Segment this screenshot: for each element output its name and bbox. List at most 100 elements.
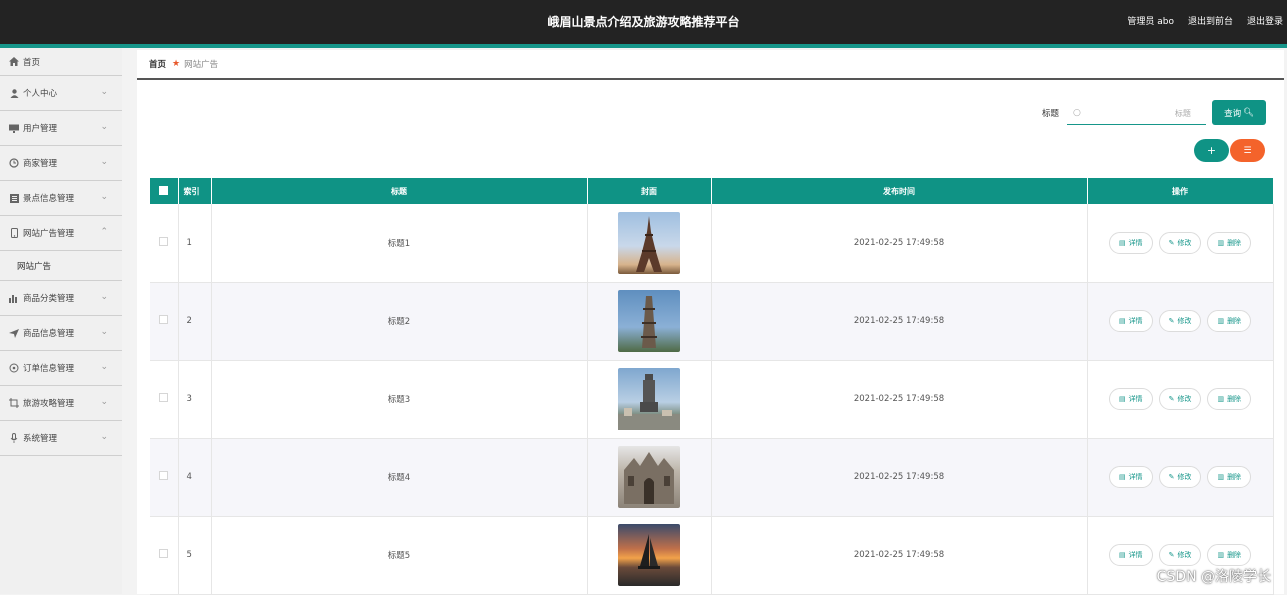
cover-image-monument bbox=[618, 368, 680, 430]
detail-button[interactable]: ▤ 详情 bbox=[1108, 231, 1153, 254]
bar-chart-icon bbox=[8, 293, 20, 303]
sidebar-item-product-info[interactable]: 商品信息管理 ⌄ bbox=[0, 316, 122, 351]
trash-icon: ▥ bbox=[1217, 238, 1225, 247]
search-label: 标题 bbox=[1042, 109, 1060, 119]
cover-image-eiffel-tower bbox=[618, 211, 680, 274]
edit-button[interactable]: ✎ 修改 bbox=[1158, 231, 1202, 254]
row-checkbox[interactable] bbox=[159, 471, 169, 480]
column-header: 操作 bbox=[1087, 178, 1274, 204]
chevron-down-icon: ⌄ bbox=[100, 362, 108, 372]
table-row: 4 标题4 2021-02-25 17:49:58 ▤ 详情 ✎ 修改 ▥ 删除 bbox=[150, 438, 1274, 517]
chevron-down-icon: ⌄ bbox=[100, 327, 108, 337]
sidebar-subitem-website-ads[interactable]: 网站广告 bbox=[0, 251, 122, 281]
batch-delete-button[interactable]: ☰ bbox=[1230, 139, 1265, 162]
row-time: 2021-02-25 17:49:58 bbox=[711, 360, 1088, 439]
sidebar-item-home[interactable]: 首页 bbox=[0, 48, 122, 76]
cover-image-stone-pagoda bbox=[618, 290, 680, 352]
sidebar-item-label: 个人中心 bbox=[23, 89, 58, 99]
delete-button[interactable]: ▥ 删除 bbox=[1207, 388, 1252, 410]
target-icon bbox=[8, 363, 20, 373]
sidebar-item-scenic-info[interactable]: 景点信息管理 ⌄ bbox=[0, 181, 122, 216]
sidebar-subitem-label: 网站广告 bbox=[17, 261, 52, 272]
sidebar-item-travel-guide[interactable]: 旅游攻略管理 ⌄ bbox=[0, 386, 122, 421]
detail-icon: ▤ bbox=[1118, 395, 1126, 403]
delete-button[interactable]: ▥ 删除 bbox=[1207, 544, 1252, 566]
row-index: 4 bbox=[178, 438, 212, 517]
topbar-links: 管理员 abo 退出到前台 退出登录 bbox=[1127, 14, 1283, 27]
detail-button[interactable]: ▤ 详情 bbox=[1108, 310, 1153, 332]
select-all-checkbox[interactable] bbox=[150, 178, 179, 204]
detail-icon: ▤ bbox=[1118, 238, 1126, 247]
delete-button[interactable]: ▥ 删除 bbox=[1207, 231, 1252, 254]
table-row: 3 标题3 2021-02-25 17:49:58 ▤ 详情 ✎ 修改 ▥ 删除 bbox=[150, 360, 1274, 439]
sidebar-item-label: 用户管理 bbox=[23, 124, 58, 134]
detail-icon: ▤ bbox=[1118, 473, 1126, 481]
home-icon bbox=[8, 57, 20, 67]
row-checkbox[interactable] bbox=[159, 315, 169, 324]
top-bar: 峨眉山景点介绍及旅游攻略推荐平台 管理员 abo 退出到前台 退出登录 bbox=[0, 0, 1287, 44]
trash-icon: ▥ bbox=[1217, 317, 1225, 325]
row-time: 2021-02-25 17:49:58 bbox=[711, 204, 1088, 283]
sidebar-item-product-category[interactable]: 商品分类管理 ⌄ bbox=[0, 281, 122, 316]
monitor-icon bbox=[8, 123, 20, 133]
sidebar-item-label: 系统管理 bbox=[23, 434, 58, 444]
row-checkbox[interactable] bbox=[159, 549, 169, 558]
edit-button[interactable]: ✎ 修改 bbox=[1158, 310, 1202, 332]
detail-button[interactable]: ▤ 详情 bbox=[1108, 388, 1153, 410]
table-row: 1 标题1 2021-02-25 17:49:58 ▤ 详情 ✎ 修改 ▥ 删除 bbox=[150, 204, 1274, 283]
detail-button[interactable]: ▤ 详情 bbox=[1108, 544, 1153, 566]
delete-button[interactable]: ▥ 删除 bbox=[1207, 310, 1252, 332]
delete-button[interactable]: ▥ 删除 bbox=[1207, 466, 1252, 488]
sidebar-item-label: 订单信息管理 bbox=[23, 364, 75, 374]
add-button[interactable]: + bbox=[1194, 139, 1229, 162]
detail-icon: ▤ bbox=[1118, 551, 1126, 559]
row-title: 标题1 bbox=[211, 204, 588, 283]
edit-button[interactable]: ✎ 修改 bbox=[1158, 466, 1202, 488]
user-icon bbox=[8, 88, 20, 98]
admin-label: 管理员 abo bbox=[1127, 17, 1174, 27]
search-input[interactable] bbox=[1080, 108, 1191, 118]
sidebar-item-order-info[interactable]: 订单信息管理 ⌄ bbox=[0, 351, 122, 386]
trash-icon: ☰ bbox=[1243, 145, 1252, 156]
sidebar-item-label: 网站广告管理 bbox=[23, 229, 75, 239]
main-content: 首页 ★ 网站广告 标题 ○ 查询 🔍︎ + ☰ 索引 标题 封面 发布时间 操… bbox=[137, 50, 1284, 595]
plus-icon: + bbox=[1206, 144, 1217, 157]
column-header: 标题 bbox=[211, 178, 588, 204]
sidebar-item-label: 商品信息管理 bbox=[23, 329, 75, 339]
sidebar-item-system[interactable]: 系统管理 ⌄ bbox=[0, 421, 122, 456]
column-header: 封面 bbox=[587, 178, 712, 204]
app-title: 峨眉山景点介绍及旅游攻略推荐平台 bbox=[547, 15, 740, 29]
row-index: 2 bbox=[178, 282, 212, 361]
edit-icon: ✎ bbox=[1168, 395, 1175, 403]
column-header: 发布时间 bbox=[711, 178, 1088, 204]
trash-icon: ▥ bbox=[1217, 551, 1225, 559]
sidebar-item-ad-management[interactable]: 网站广告管理 ⌃ bbox=[0, 216, 122, 251]
sidebar-item-personal-center[interactable]: 个人中心 ⌄ bbox=[0, 76, 122, 111]
chevron-up-icon: ⌃ bbox=[100, 227, 108, 237]
sidebar-item-label: 旅游攻略管理 bbox=[23, 399, 75, 409]
breadcrumb-home[interactable]: 首页 bbox=[149, 58, 166, 70]
table-row: 2 标题2 2021-02-25 17:49:58 ▤ 详情 ✎ 修改 ▥ 删除 bbox=[150, 282, 1274, 361]
query-button[interactable]: 查询 🔍︎ bbox=[1212, 100, 1266, 125]
row-checkbox[interactable] bbox=[159, 393, 169, 402]
detail-button[interactable]: ▤ 详情 bbox=[1108, 466, 1153, 488]
sidebar-item-merchant-management[interactable]: 商家管理 ⌄ bbox=[0, 146, 122, 181]
logout-link[interactable]: 退出登录 bbox=[1247, 14, 1283, 27]
row-title: 标题3 bbox=[211, 360, 588, 439]
edit-button[interactable]: ✎ 修改 bbox=[1158, 388, 1202, 410]
crop-icon bbox=[8, 398, 20, 408]
trash-icon: ▥ bbox=[1217, 395, 1225, 403]
data-table: 索引 标题 封面 发布时间 操作 1 标题1 2021-02-25 17:49:… bbox=[150, 178, 1274, 595]
mic-icon bbox=[8, 433, 20, 443]
phone-icon bbox=[8, 228, 20, 238]
to-frontend-link[interactable]: 退出到前台 bbox=[1188, 14, 1233, 27]
row-checkbox[interactable] bbox=[159, 236, 169, 246]
sidebar-item-user-management[interactable]: 用户管理 ⌄ bbox=[0, 111, 122, 146]
clock-icon bbox=[8, 158, 20, 168]
row-time: 2021-02-25 17:49:58 bbox=[711, 282, 1088, 361]
search-box: ○ bbox=[1067, 102, 1206, 125]
row-title: 标题4 bbox=[211, 438, 588, 517]
table-header-row: 索引 标题 封面 发布时间 操作 bbox=[150, 178, 1274, 204]
search-icon: 🔍︎ bbox=[1243, 107, 1254, 118]
edit-button[interactable]: ✎ 修改 bbox=[1158, 544, 1202, 566]
